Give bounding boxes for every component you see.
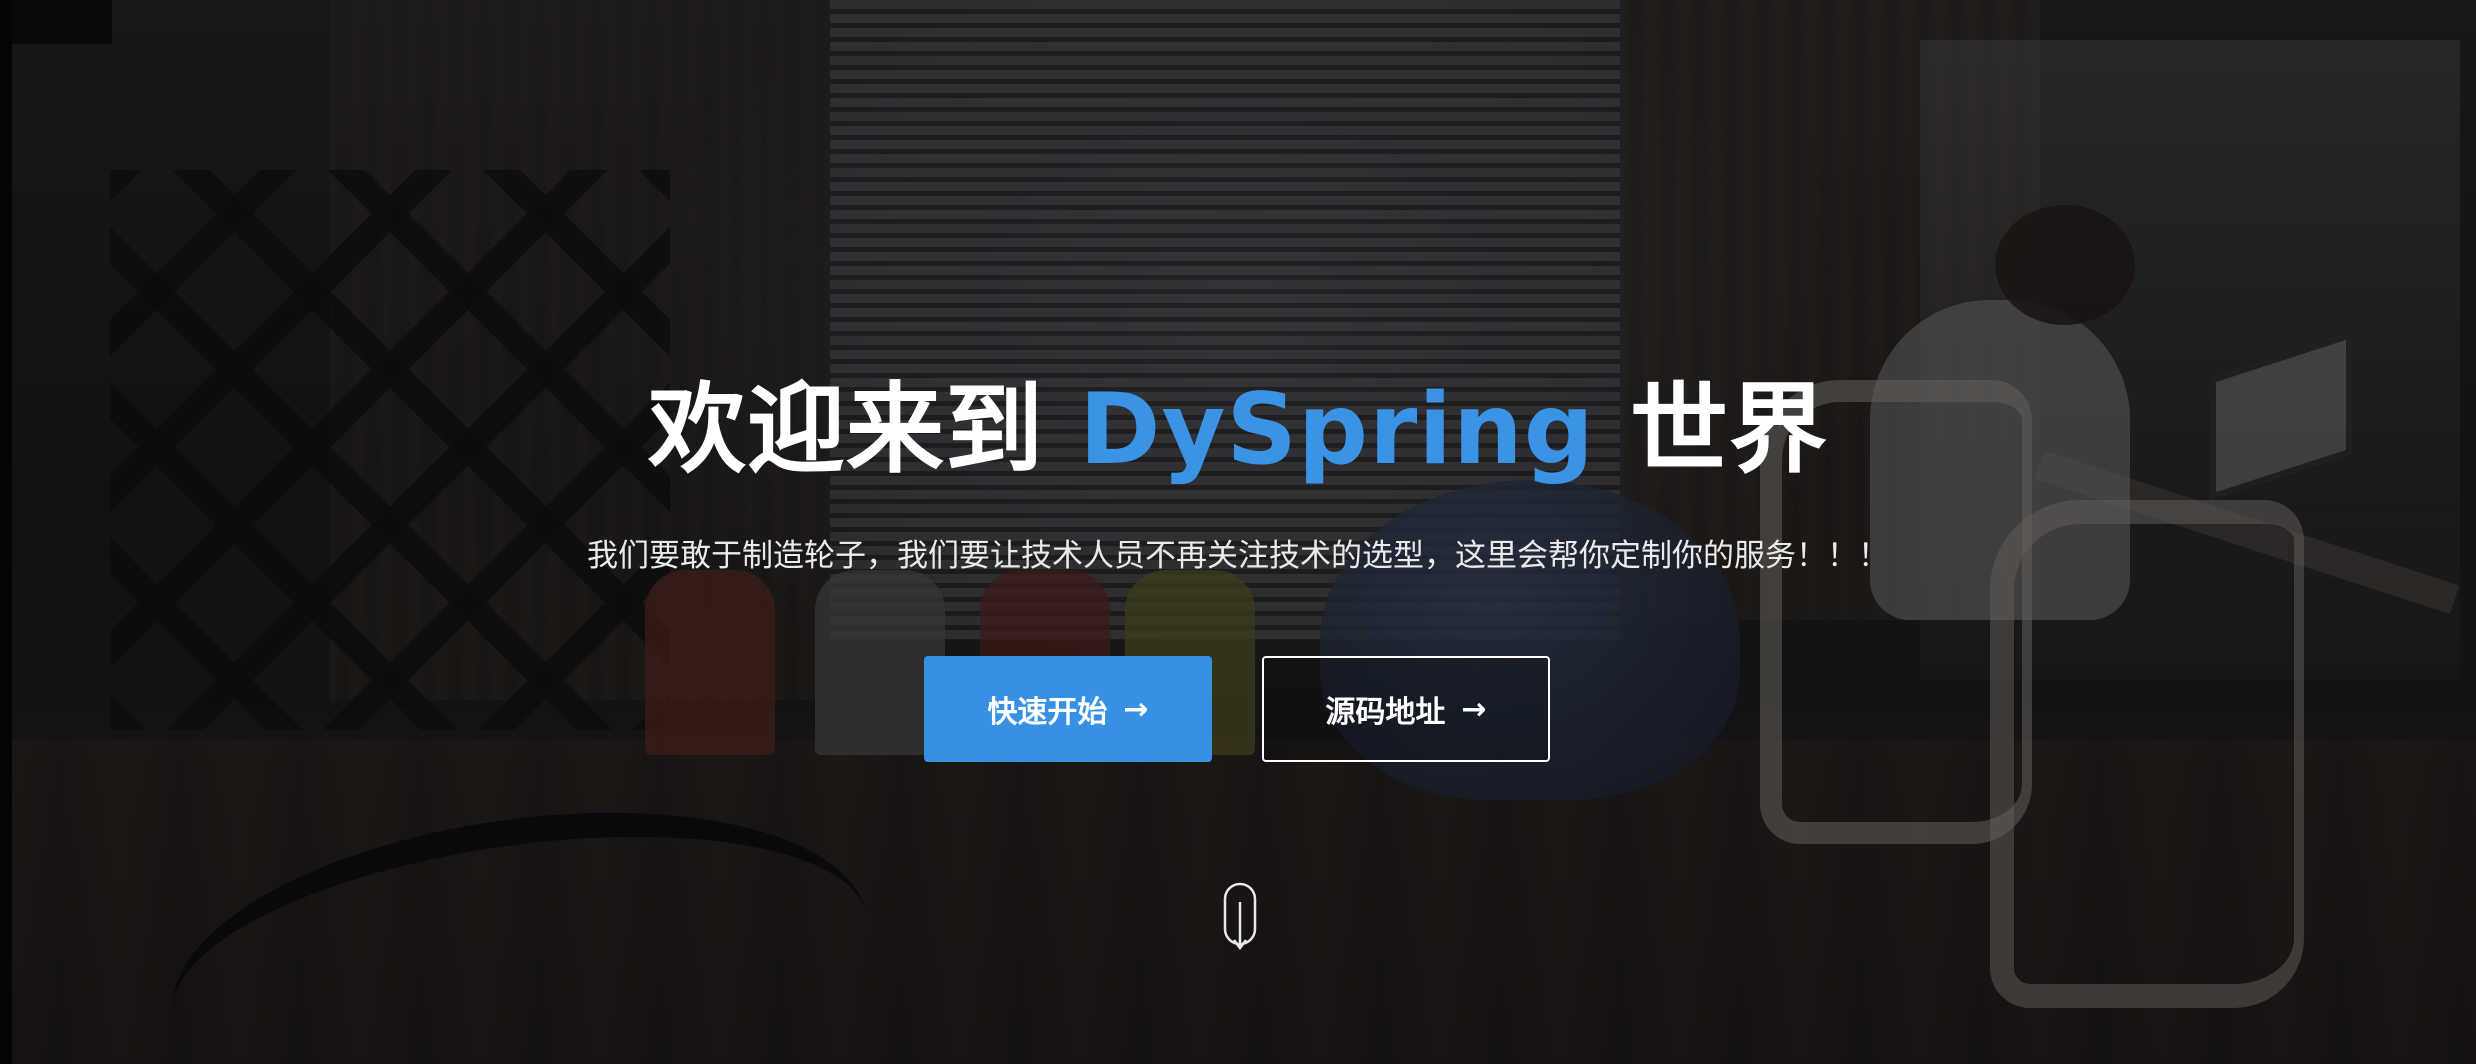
mouse-scroll-icon[interactable] xyxy=(1222,882,1258,954)
hero-content: 欢迎来到 DySpring 世界 我们要敢于制造轮子，我们要让技术人员不再关注技… xyxy=(0,0,2476,1064)
hero-subtitle: 我们要敢于制造轮子，我们要让技术人员不再关注技术的选型，这里会帮你定制你的服务！… xyxy=(587,538,1889,574)
quick-start-label: 快速开始 xyxy=(987,695,1108,730)
arrow-right-icon: → xyxy=(1123,691,1149,727)
hero-section: 欢迎来到 DySpring 世界 我们要敢于制造轮子，我们要让技术人员不再关注技… xyxy=(0,0,2476,1064)
mouse-scroll-icon-graphic xyxy=(1223,882,1257,951)
hero-title-prefix: 欢迎来到 xyxy=(647,373,1080,487)
hero-title: 欢迎来到 DySpring 世界 xyxy=(0,365,2476,495)
hero-title-brand: DySpring xyxy=(1079,373,1595,487)
quick-start-button[interactable]: 快速开始 → xyxy=(924,656,1212,762)
source-code-button[interactable]: 源码地址 → xyxy=(1262,656,1550,762)
hero-title-suffix: 世界 xyxy=(1594,373,1829,487)
source-code-label: 源码地址 xyxy=(1325,695,1446,730)
arrow-right-icon: → xyxy=(1461,691,1487,727)
